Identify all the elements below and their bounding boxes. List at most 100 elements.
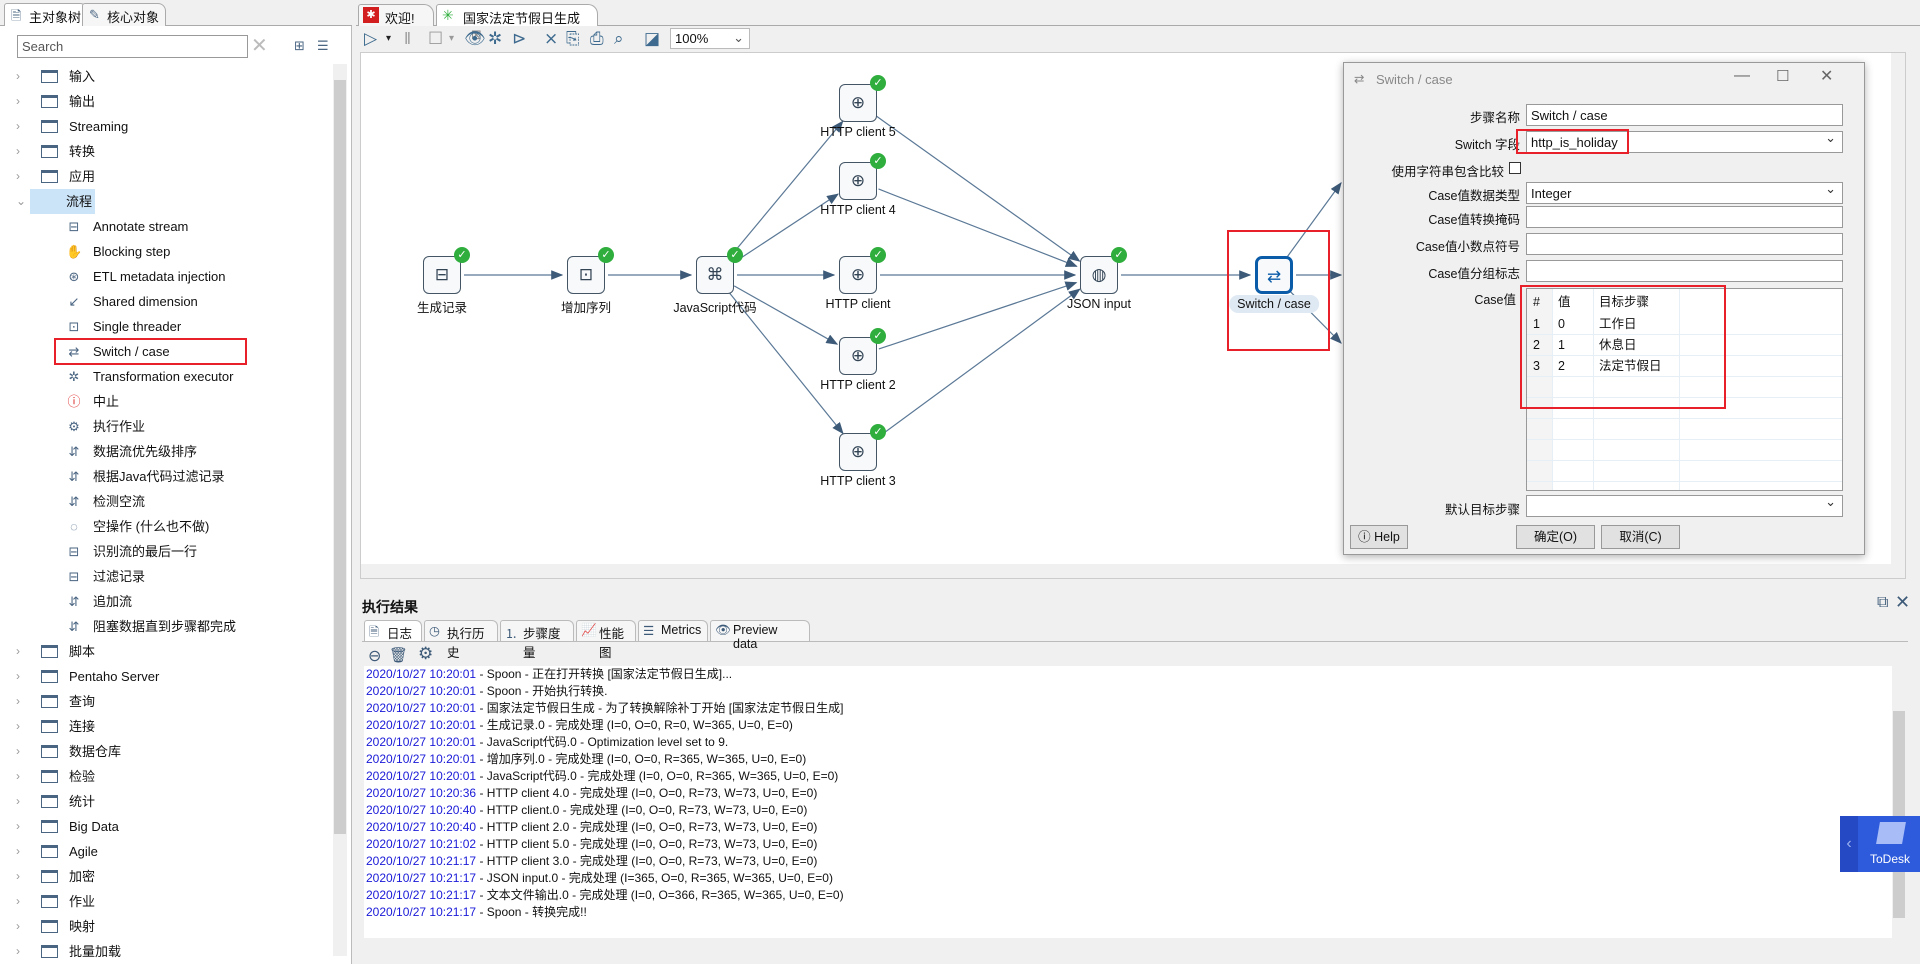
tab-main-tree[interactable]: 🗎 主对象树 [4,3,89,26]
todesk-widget[interactable]: ‹ ToDesk [1840,816,1920,872]
tree-step[interactable]: ⇵ 数据流优先级排序 [0,439,332,464]
table-row[interactable] [1527,440,1842,461]
tree-folder[interactable]: › 连接 [0,714,332,739]
hop-arrow[interactable] [878,188,1078,267]
clear-search-icon[interactable]: ✕ [251,33,268,58]
tree-scrollbar[interactable] [333,64,347,956]
tree-folder[interactable]: › Pentaho Server [0,664,332,689]
explore-db-icon[interactable]: ⌕ [614,29,624,49]
chevron-right-icon[interactable]: › [16,789,20,814]
close-button[interactable]: ✕ [1820,66,1833,86]
tree-folder[interactable]: › 统计 [0,789,332,814]
tree-step[interactable]: ⊛ ETL metadata injection [0,264,332,289]
log-area[interactable]: 2020/10/27 10:20:01 - Spoon - 正在打开转换 [国家… [364,666,1892,938]
tree-step[interactable]: ⊟ Annotate stream [0,214,332,239]
step-label[interactable]: HTTP client [825,297,890,311]
chevron-right-icon[interactable]: › [16,164,20,189]
step-node-http[interactable]: ⊕ [839,433,877,471]
scrollbar-thumb[interactable] [1893,711,1905,918]
collapse-all-icon[interactable]: ☰ [317,38,329,54]
tree-folder[interactable]: › 转换 [0,139,332,164]
table-row[interactable] [1527,461,1842,482]
step-label[interactable]: HTTP client 5 [820,125,896,139]
step-label[interactable]: 增加序列 [561,297,611,316]
scrollbar-thumb[interactable] [334,80,346,834]
sql-icon[interactable]: ⎙ [590,29,604,49]
tree-step[interactable]: ⇵ 根据Java代码过滤记录 [0,464,332,489]
mask-input[interactable] [1526,206,1843,228]
chevron-right-icon[interactable]: › [16,89,20,114]
tree-folder[interactable]: › 脚本 [0,639,332,664]
minimize-button[interactable]: — [1734,67,1750,85]
run-icon[interactable]: ▷ [364,29,377,49]
canvas-vscrollbar[interactable] [1891,53,1905,578]
canvas-hscrollbar[interactable] [361,564,1893,578]
tab-log[interactable]: 🗎 日志 [364,620,422,641]
step-node-javascript[interactable]: ⌘ [696,256,734,294]
chevron-right-icon[interactable]: › [16,714,20,739]
tree-step[interactable]: ⓘ 中止 [0,389,332,414]
step-node-generate-rows[interactable]: ⊟ [423,256,461,294]
decimal-input[interactable] [1526,233,1843,255]
table-row[interactable] [1527,419,1842,440]
tree-step[interactable]: ◌ 空操作 (什么也不做) [0,514,332,539]
log-hscrollbar[interactable] [364,939,1892,953]
step-node-http[interactable]: ⊕ [839,162,877,200]
tree-folder[interactable]: › 输入 [0,64,332,89]
tree-step[interactable]: ⊡ Single threader [0,314,332,339]
trash-icon[interactable]: 🗑 [389,646,408,664]
tree-step[interactable]: ⊟ 识别流的最后一行 [0,539,332,564]
expand-all-icon[interactable]: ⊞ [294,38,305,54]
default-target-select[interactable] [1526,494,1843,517]
tree-step[interactable]: ⇵ 检测空流 [0,489,332,514]
tree-step[interactable]: ✋ Blocking step [0,239,332,264]
step-label[interactable]: JavaScript代码 [673,297,756,316]
chevron-right-icon[interactable]: › [16,139,20,164]
tree-step[interactable]: ⇵ 阻塞数据直到步骤都完成 [0,614,332,639]
case-type-select[interactable]: Integer [1526,181,1843,204]
chevron-right-icon[interactable]: › [16,939,20,964]
popout-icon[interactable]: ⧉ [1877,594,1888,612]
maximize-button[interactable]: ☐ [1776,67,1789,85]
hop-arrow[interactable] [875,288,1081,440]
pause-icon[interactable]: ‖ [404,29,411,49]
close-panel-icon[interactable]: ✕ [1895,592,1910,613]
tree-folder[interactable]: › 检验 [0,764,332,789]
tab-welcome[interactable]: ✱ 欢迎! [358,4,434,26]
chevron-right-icon[interactable]: › [16,889,20,914]
chevron-right-icon[interactable]: › [16,739,20,764]
tree-folder[interactable]: › Big Data [0,814,332,839]
chevron-down-icon[interactable]: ⌄ [16,189,26,214]
step-label[interactable]: HTTP client 3 [820,474,896,488]
table-row[interactable] [1527,482,1842,490]
step-node-http[interactable]: ⊕ [839,256,877,294]
stop-log-icon[interactable]: ⊖ [368,646,381,666]
tree-step[interactable]: ⚙ 执行作业 [0,414,332,439]
chevron-right-icon[interactable]: › [16,864,20,889]
chevron-right-icon[interactable]: › [16,639,20,664]
tree-folder[interactable]: › Agile [0,839,332,864]
tree-step[interactable]: ⇵ 追加流 [0,589,332,614]
step-node-json[interactable]: ◍ [1080,256,1118,294]
tree-folder[interactable]: › 输出 [0,89,332,114]
hop-arrow[interactable] [728,120,844,259]
use-contains-checkbox[interactable] [1509,162,1521,174]
tree-folder[interactable]: › 应用 [0,164,332,189]
log-scrollbar[interactable] [1892,666,1906,938]
tab-core-objects[interactable]: ✎ 核心对象 [82,3,167,26]
chevron-right-icon[interactable]: › [16,914,20,939]
chevron-right-icon[interactable]: › [16,814,20,839]
chevron-right-icon[interactable]: › [16,839,20,864]
tree-folder[interactable]: › 查询 [0,689,332,714]
step-node-http[interactable]: ⊕ [839,337,877,375]
tab-metrics[interactable]: ☰ Metrics [638,620,708,641]
impact-icon[interactable]: ⎘ [566,29,580,49]
chevron-right-icon[interactable]: › [16,764,20,789]
step-name-input[interactable]: Switch / case [1526,104,1843,126]
tab-preview[interactable]: 👁 Preview data [710,620,810,651]
tree-folder[interactable]: › 加密 [0,864,332,889]
tab-performance[interactable]: 📈 性能图 [576,620,636,660]
debug-icon[interactable]: ✲ [488,29,502,49]
tree-step[interactable]: ✲ Transformation executor [0,364,332,389]
step-node-sequence[interactable]: ⊡ [567,256,605,294]
